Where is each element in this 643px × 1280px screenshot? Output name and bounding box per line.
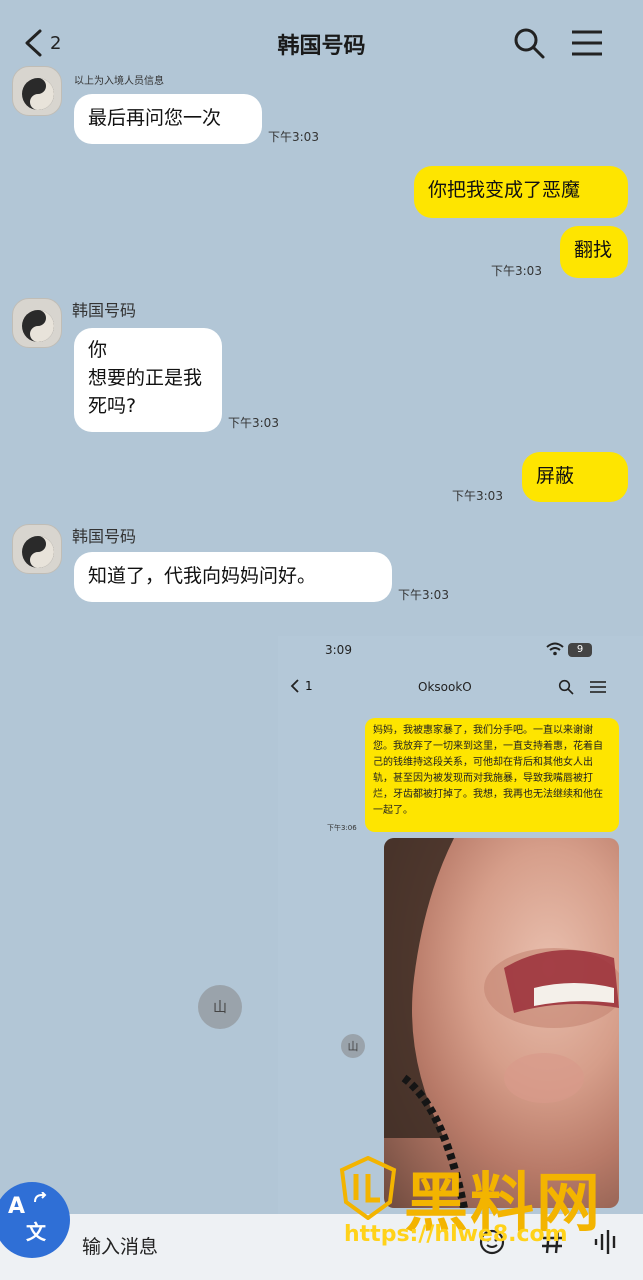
message-bubble-received[interactable]: 最后再问您一次 (74, 94, 262, 144)
message-time: 下午3:03 (268, 130, 319, 144)
embedded-status-time: 3:09 (325, 643, 352, 657)
message-time: 下午3:03 (491, 264, 542, 278)
sender-name: 韩国号码 (72, 301, 137, 320)
menu-icon (590, 681, 606, 693)
message-line: 你 (88, 339, 108, 361)
watermark-shield-icon (339, 1156, 397, 1220)
embedded-unread-count: 1 (305, 679, 313, 693)
message-line: 死吗? (88, 395, 137, 417)
embedded-chat-title: OksookO (418, 680, 472, 694)
chat-title: 韩国号码 (277, 34, 366, 59)
message-bubble-sent[interactable]: 翻找 (560, 226, 628, 278)
contact-avatar[interactable] (12, 298, 62, 348)
swap-arrow-icon (34, 1192, 47, 1203)
message-bubble-received[interactable]: 知道了，代我向妈妈问好。 (74, 552, 392, 602)
message-time: 下午3:03 (228, 416, 279, 430)
watermark-url: https://hlwe8.com (344, 1222, 568, 1247)
menu-icon[interactable] (570, 26, 604, 60)
contact-avatar[interactable] (12, 524, 62, 574)
message-time: 下午3:03 (398, 588, 449, 602)
embedded-message-time: 下午3:06 (327, 824, 357, 832)
embedded-message-bubble: 妈妈，我被惠家暴了，我们分手吧。一直以来谢谢您。我放弃了一切来到这里，一直支持着… (365, 718, 619, 832)
search-icon (558, 679, 574, 695)
yin-yang-icon (22, 78, 54, 110)
contact-avatar[interactable] (12, 66, 62, 116)
yin-yang-icon (22, 310, 54, 342)
system-note: 以上为入境人员信息 (74, 76, 164, 87)
sender-name: 韩国号码 (72, 527, 137, 546)
battery-icon: 9 (568, 643, 592, 657)
search-icon[interactable] (512, 26, 546, 60)
message-bubble-received[interactable]: 你 想要的正是我 死吗? (74, 328, 222, 432)
embedded-back-button: 1 (290, 678, 313, 694)
message-line: 想要的正是我 (88, 367, 203, 389)
message-bubble-sent[interactable]: 你把我变成了恶魔 (414, 166, 628, 218)
translate-glyph-b: 文 (26, 1220, 46, 1244)
translate-glyph-a: A (8, 1194, 26, 1219)
message-time: 下午3:03 (452, 489, 503, 503)
message-input[interactable]: 输入消息 (82, 1232, 158, 1259)
embedded-avatar-small: 山 (341, 1034, 365, 1058)
embedded-avatar: 山 (198, 985, 242, 1029)
message-bubble-sent[interactable]: 屏蔽 (522, 452, 628, 502)
wifi-icon (546, 642, 564, 656)
chevron-left-icon (290, 679, 299, 693)
yin-yang-icon (22, 536, 54, 568)
